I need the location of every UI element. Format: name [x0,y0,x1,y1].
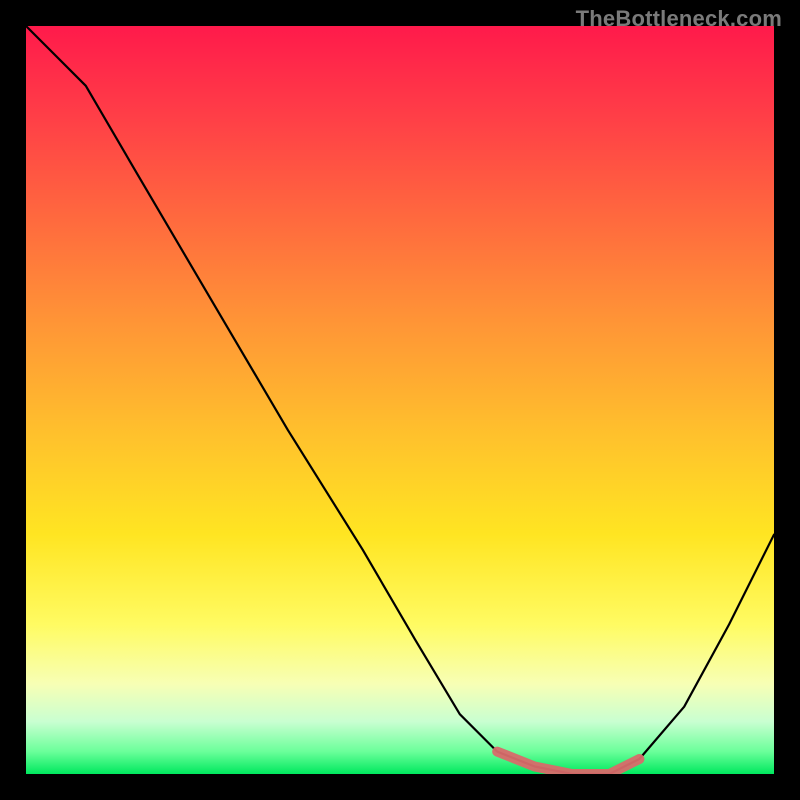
bottleneck-curve-svg [26,26,774,774]
plot-area [26,26,774,774]
chart-frame: TheBottleneck.com [0,0,800,800]
highlight-marker [497,752,639,774]
watermark-text: TheBottleneck.com [576,6,782,32]
bottleneck-curve-path [26,26,774,774]
